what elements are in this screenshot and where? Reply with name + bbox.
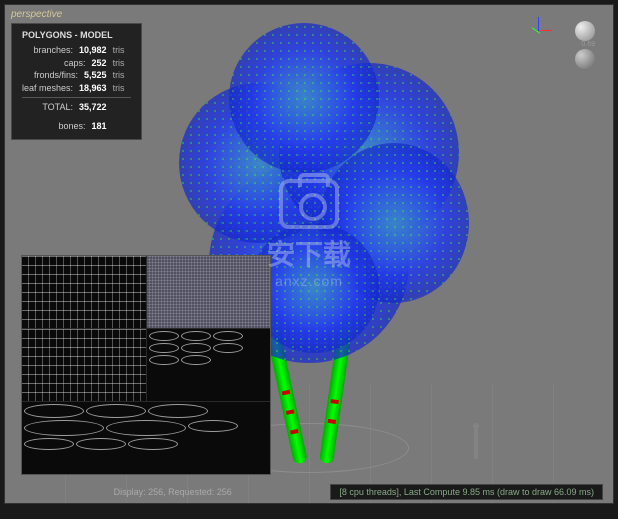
uv-cell-bark-mesh: [147, 256, 271, 328]
stats-row-fronds: fronds/fins: 5,525 tris: [22, 69, 131, 82]
status-display-info: Display: 256, Requested: 256: [15, 487, 330, 497]
status-compute-info: [8 cpu threads], Last Compute 9.85 ms (d…: [330, 484, 603, 500]
viewport-label: perspective: [11, 9, 62, 20]
view-tool-sphere-2[interactable]: [575, 49, 595, 69]
stats-row-total: TOTAL: 35,722: [22, 101, 131, 114]
uv-cell-fronds-1: [147, 329, 271, 401]
stats-row-bones: bones: 181: [22, 120, 131, 133]
gizmo-scale-label: 0.69: [581, 41, 595, 48]
stats-row-branches: branches: 10,982 tris: [22, 44, 131, 57]
axis-gizmo-icon[interactable]: [523, 15, 553, 45]
viewport-3d[interactable]: perspective POLYGONS - MODEL branches: 1…: [4, 4, 614, 504]
stats-title: POLYGONS - MODEL: [22, 30, 131, 40]
uv-cell-leaves-2: [22, 329, 146, 401]
human-scale-reference-icon: [469, 423, 483, 463]
uv-cell-fronds-2: [22, 402, 270, 474]
uv-cell-leaves-1: [22, 256, 146, 328]
view-tool-sphere-1[interactable]: [575, 21, 595, 41]
stats-row-leaves: leaf meshes: 18,963 tris: [22, 82, 131, 95]
uv-layout-panel[interactable]: [21, 255, 271, 475]
stats-row-caps: caps: 252 tris: [22, 57, 131, 70]
polygon-stats-panel: POLYGONS - MODEL branches: 10,982 tris c…: [11, 23, 142, 140]
status-bar: Display: 256, Requested: 256 [8 cpu thre…: [5, 484, 613, 500]
